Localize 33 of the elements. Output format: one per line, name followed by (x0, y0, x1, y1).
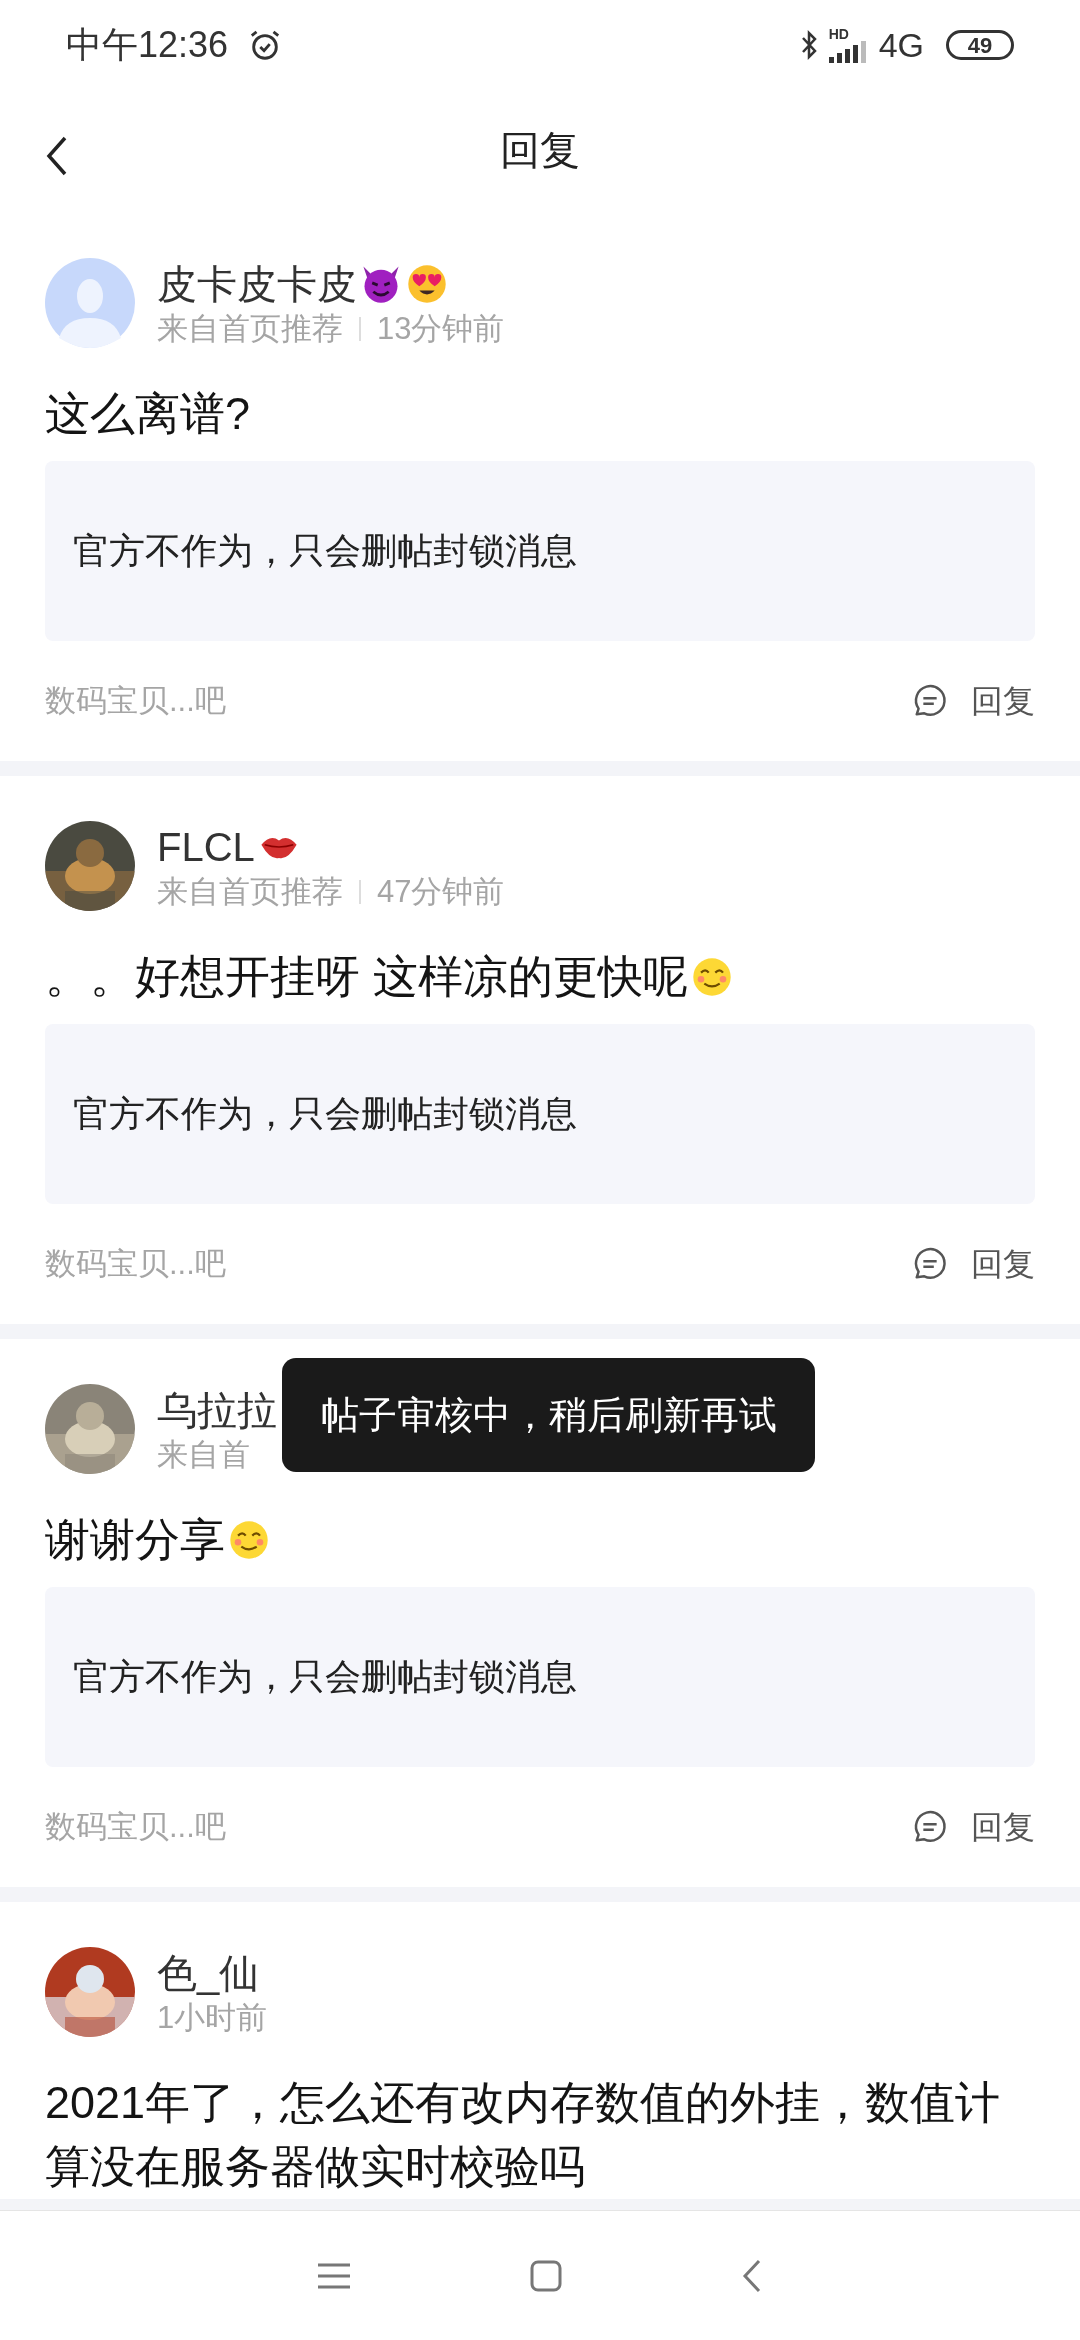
status-time: 中午12:36 (66, 23, 229, 67)
post-time: 13分钟前 (377, 310, 505, 348)
home-icon[interactable] (530, 2259, 562, 2292)
post-source: 来自首页推荐 (157, 873, 343, 911)
smiling-emoji-icon (227, 1518, 271, 1562)
comment-text: 。。好想开挂呀 这样凉的更快呢 (45, 950, 688, 1004)
post-source: 来自首 (157, 1436, 250, 1474)
heart-eyes-emoji-icon (405, 262, 449, 306)
battery-indicator: 49 (946, 30, 1014, 60)
default-avatar-icon (45, 258, 135, 348)
user-name[interactable]: 乌拉拉 (157, 1384, 277, 1436)
user-name[interactable]: FLCL (157, 821, 255, 873)
reply-button[interactable]: 回复 (911, 1803, 1035, 1851)
signal-icon (828, 41, 869, 63)
review-toast: 帖子审核中，稍后刷新再试 (282, 1358, 815, 1472)
comment-text: 谢谢分享 (45, 1513, 225, 1567)
user-name[interactable]: 皮卡皮卡皮 (157, 258, 357, 310)
back-icon[interactable] (45, 136, 69, 176)
comment-text: 2021年了，怎么还有改内存数值的外挂，数值计算没在服务器做实时校验吗 (45, 2076, 1002, 2194)
hd-label: HD (828, 27, 849, 41)
quoted-post[interactable]: 官方不作为，只会删帖封锁消息 (45, 461, 1035, 641)
reply-button[interactable]: 回复 (911, 677, 1035, 725)
page-title: 回复 (500, 127, 580, 174)
quoted-post[interactable]: 官方不作为，只会删帖封锁消息 (45, 1587, 1035, 1767)
comment-text: 这么离谱? (45, 387, 251, 441)
menu-icon[interactable] (318, 2261, 350, 2290)
quoted-post[interactable]: 官方不作为，只会删帖封锁消息 (45, 1024, 1035, 1204)
post-time: 1小时前 (157, 1999, 268, 2037)
reply-button[interactable]: 回复 (911, 1240, 1035, 1288)
post-source: 来自首页推荐 (157, 310, 343, 348)
post-time: 47分钟前 (377, 873, 505, 911)
user-name[interactable]: 色_仙 (157, 1947, 260, 1999)
network-type: 4G (878, 24, 924, 66)
